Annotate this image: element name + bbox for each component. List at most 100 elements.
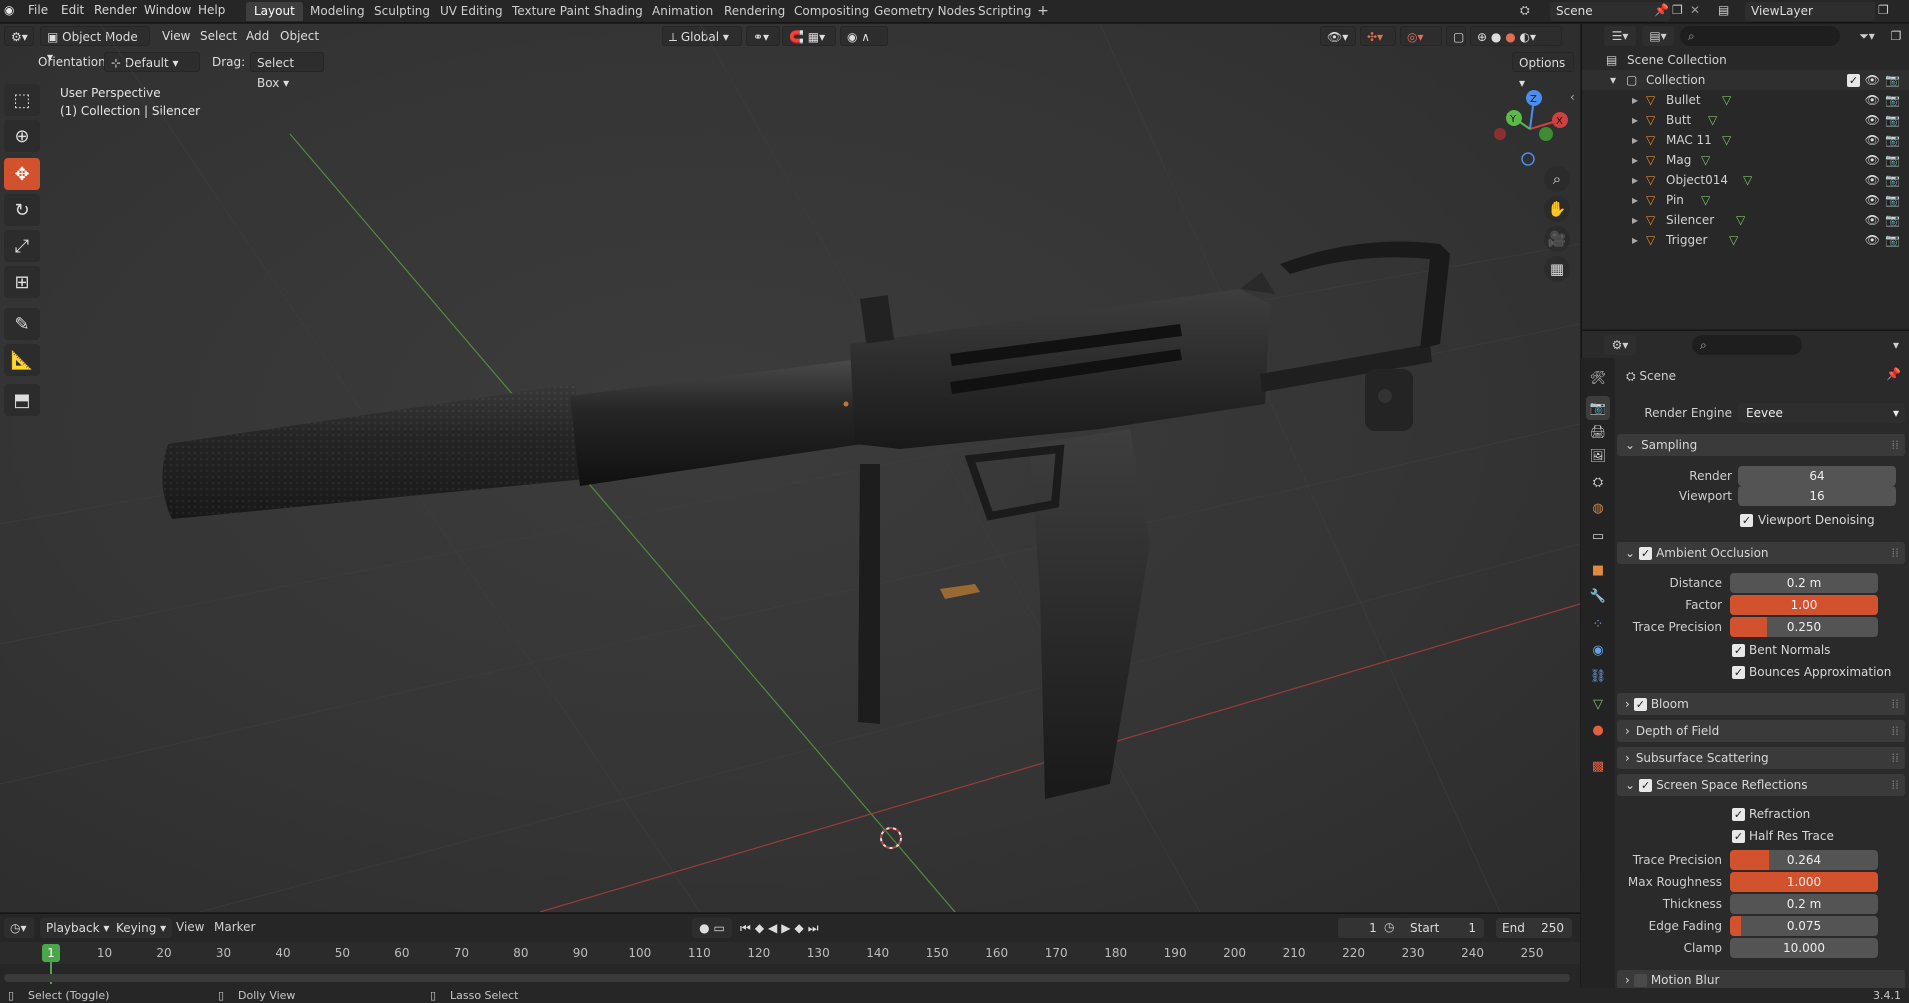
end-frame-field[interactable]: End 250 bbox=[1496, 918, 1572, 938]
tab-layout[interactable]: Layout bbox=[246, 2, 303, 21]
ssr-trace-precision-slider[interactable]: 0.264 bbox=[1730, 850, 1878, 870]
edge-fading-slider[interactable]: 0.075 bbox=[1730, 916, 1878, 936]
navigation-gizmo[interactable]: X Z Y bbox=[1488, 84, 1568, 174]
sampling-panel-header[interactable]: ⌄ Sampling ⁞⁞ bbox=[1617, 434, 1905, 456]
blender-logo-icon[interactable]: ◉ bbox=[4, 3, 14, 17]
add-workspace-button[interactable]: + bbox=[1034, 2, 1052, 20]
view-layer-tab-icon[interactable]: 🖼 bbox=[1586, 444, 1610, 468]
outliner-row[interactable]: ▸ ▽ Trigger 👁 📷 ▽ bbox=[1582, 230, 1909, 250]
camera-view-icon[interactable]: 🎥 bbox=[1544, 226, 1570, 252]
tab-uv-editing[interactable]: UV Editing bbox=[432, 2, 511, 21]
subsurface-scattering-panel-header[interactable]: › Subsurface Scattering ⁞⁞ bbox=[1617, 747, 1905, 769]
eye-icon[interactable]: 👁 bbox=[1865, 150, 1880, 170]
viewport-denoising-checkbox[interactable]: ✓ bbox=[1740, 514, 1753, 527]
texture-tab-icon[interactable]: ▩ bbox=[1586, 754, 1610, 778]
eye-icon[interactable]: 👁 bbox=[1865, 210, 1880, 230]
ao-trace-precision-slider[interactable]: 0.250 bbox=[1730, 617, 1878, 637]
expand-icon[interactable]: ▸ bbox=[1632, 170, 1638, 190]
eye-icon[interactable]: 👁 bbox=[1865, 170, 1880, 190]
expand-icon[interactable]: ▸ bbox=[1632, 230, 1638, 250]
expand-icon[interactable]: ▸ bbox=[1632, 210, 1638, 230]
tab-compositing[interactable]: Compositing bbox=[786, 2, 877, 21]
view-layer-selector[interactable]: ViewLayer bbox=[1745, 2, 1875, 21]
expand-collection-icon[interactable]: ▾ bbox=[1610, 70, 1616, 90]
tab-sculpting[interactable]: Sculpting bbox=[366, 2, 438, 21]
tool-tab-icon[interactable]: 🛠 bbox=[1586, 366, 1610, 390]
prev-keyframe-icon[interactable]: ◆ bbox=[755, 921, 768, 935]
bloom-panel-header[interactable]: › ✓ Bloom ⁞⁞ bbox=[1617, 693, 1905, 715]
tab-animation[interactable]: Animation bbox=[644, 2, 721, 21]
jump-start-icon[interactable]: ⏮ bbox=[740, 921, 755, 935]
new-view-layer-icon[interactable]: ❐ bbox=[1878, 3, 1889, 17]
ssr-panel-header[interactable]: ⌄ ✓ Screen Space Reflections ⁞⁞ bbox=[1617, 774, 1905, 796]
half-res-trace-checkbox[interactable]: ✓ bbox=[1732, 830, 1745, 843]
menu-help[interactable]: Help bbox=[198, 3, 225, 17]
outliner-row[interactable]: ▸ ▽ MAC 11 👁 📷 ▽ bbox=[1582, 130, 1909, 150]
timeline-scrollbar[interactable] bbox=[4, 974, 1570, 982]
mesh-data-icon[interactable]: ▽ bbox=[1708, 110, 1717, 130]
ambient-occlusion-panel-header[interactable]: ⌄ ✓ Ambient Occlusion ⁞⁞ bbox=[1617, 542, 1905, 564]
outliner-row[interactable]: ▸ ▽ Pin 👁 📷 ▽ bbox=[1582, 190, 1909, 210]
tab-shading[interactable]: Shading bbox=[586, 2, 651, 21]
timeline-editor-type-button[interactable]: ◷▾ bbox=[4, 918, 34, 938]
camera-icon[interactable]: 📷 bbox=[1885, 90, 1900, 110]
camera-icon[interactable]: 📷 bbox=[1885, 110, 1900, 130]
scene-tab-icon[interactable]: ⛭ bbox=[1586, 470, 1610, 494]
jump-end-icon[interactable]: ⏭ bbox=[808, 921, 823, 935]
camera-icon[interactable]: 📷 bbox=[1885, 150, 1900, 170]
close-icon[interactable]: ✕ bbox=[1690, 3, 1700, 17]
3d-viewport[interactable]: ⚙▾ ▣ Object Mode ▾ View Select Add Objec… bbox=[0, 24, 1580, 912]
object-tab-icon[interactable]: ■ bbox=[1586, 558, 1610, 582]
eye-icon[interactable]: 👁 bbox=[1865, 70, 1880, 90]
collection-include-checkbox[interactable]: ✓ bbox=[1847, 74, 1860, 87]
outliner-row[interactable]: ▸ ▽ Butt 👁 📷 ▽ bbox=[1582, 110, 1909, 130]
camera-icon[interactable]: 📷 bbox=[1885, 230, 1900, 250]
physics-tab-icon[interactable]: ◉ bbox=[1586, 638, 1610, 662]
scene-icon[interactable]: ⛭ bbox=[1520, 3, 1530, 18]
menu-render[interactable]: Render bbox=[94, 3, 137, 17]
zoom-icon[interactable]: ⌕ bbox=[1544, 166, 1570, 192]
display-mode-button[interactable]: ▤▾ bbox=[1642, 26, 1674, 46]
eye-icon[interactable]: 👁 bbox=[1865, 190, 1880, 210]
playback-menu[interactable]: Playback ▾ bbox=[40, 918, 116, 938]
drag-handle-icon[interactable]: ⁞⁞ bbox=[1891, 542, 1899, 564]
viewport-samples-field[interactable]: 16 bbox=[1738, 486, 1896, 506]
camera-icon[interactable]: 📷 bbox=[1885, 170, 1900, 190]
menu-window[interactable]: Window bbox=[144, 3, 191, 17]
ao-distance-field[interactable]: 0.2 m bbox=[1730, 573, 1878, 593]
ambient-occlusion-checkbox[interactable]: ✓ bbox=[1639, 547, 1653, 560]
eye-icon[interactable]: 👁 bbox=[1865, 90, 1880, 110]
timeline-marker-menu[interactable]: Marker bbox=[214, 920, 255, 934]
drag-handle-icon[interactable]: ⁞⁞ bbox=[1891, 434, 1899, 456]
mesh-data-icon[interactable]: ▽ bbox=[1736, 210, 1745, 230]
outliner-row[interactable]: ▸ ▽ Silencer 👁 📷 ▽ bbox=[1582, 210, 1909, 230]
ssr-checkbox[interactable]: ✓ bbox=[1639, 779, 1653, 792]
filter-icon[interactable]: ⏷▾ bbox=[1852, 26, 1882, 46]
expand-icon[interactable]: ▸ bbox=[1632, 190, 1638, 210]
camera-icon[interactable]: 📷 bbox=[1885, 130, 1900, 150]
world-tab-icon[interactable]: ◍ bbox=[1586, 496, 1610, 520]
drag-handle-icon[interactable]: ⁞⁞ bbox=[1891, 774, 1899, 796]
auto-keying-button[interactable]: ● ▭ bbox=[692, 918, 732, 938]
expand-icon[interactable]: ▸ bbox=[1632, 90, 1638, 110]
eye-icon[interactable]: 👁 bbox=[1865, 110, 1880, 130]
collection-tab-icon[interactable]: ▭ bbox=[1586, 524, 1610, 548]
outliner-row[interactable]: ▸ ▽ Mag 👁 📷 ▽ bbox=[1582, 150, 1909, 170]
thickness-field[interactable]: 0.2 m bbox=[1730, 894, 1878, 914]
properties-options-icon[interactable]: ▾ bbox=[1886, 335, 1906, 355]
particles-tab-icon[interactable]: ⁘ bbox=[1586, 612, 1610, 636]
mesh-data-icon[interactable]: ▽ bbox=[1722, 130, 1731, 150]
tab-scripting[interactable]: Scripting bbox=[970, 2, 1039, 21]
outliner-editor-type-button[interactable]: ☰▾ bbox=[1604, 26, 1636, 46]
pin-icon[interactable]: 📌 bbox=[1654, 3, 1669, 17]
motion-blur-checkbox[interactable] bbox=[1633, 974, 1647, 987]
mesh-data-icon[interactable]: ▽ bbox=[1722, 90, 1731, 110]
camera-icon[interactable]: 📷 bbox=[1885, 190, 1900, 210]
view-layer-icon[interactable]: ▤ bbox=[1718, 3, 1729, 17]
constraints-tab-icon[interactable]: ⛓ bbox=[1586, 664, 1610, 688]
current-frame-field[interactable]: 1 bbox=[1338, 918, 1408, 938]
ao-factor-slider[interactable]: 1.00 bbox=[1730, 595, 1878, 615]
outliner-row[interactable]: ▸ ▽ Object014 👁 📷 ▽ bbox=[1582, 170, 1909, 190]
eye-icon[interactable]: 👁 bbox=[1865, 230, 1880, 250]
camera-icon[interactable]: 📷 bbox=[1885, 70, 1900, 90]
